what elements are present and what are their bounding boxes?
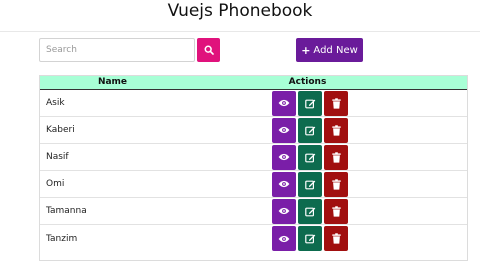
contact-name: Asik bbox=[46, 98, 65, 108]
search-button[interactable] bbox=[197, 38, 220, 62]
view-button[interactable] bbox=[272, 171, 296, 197]
delete-button[interactable] bbox=[324, 117, 348, 143]
edit-button[interactable] bbox=[298, 171, 322, 197]
delete-button[interactable] bbox=[324, 144, 348, 170]
table-row: Tamanna bbox=[40, 198, 467, 225]
title-divider bbox=[0, 31, 480, 32]
edit-icon bbox=[304, 179, 316, 190]
view-button[interactable] bbox=[272, 144, 296, 170]
trash-icon bbox=[331, 205, 341, 217]
edit-button[interactable] bbox=[298, 117, 322, 143]
edit-button[interactable] bbox=[298, 90, 322, 116]
view-button[interactable] bbox=[272, 117, 296, 143]
table-row: Asik bbox=[40, 90, 467, 117]
table-row: Omi bbox=[40, 171, 467, 198]
contact-name: Tanzim bbox=[46, 233, 78, 244]
trash-icon bbox=[331, 233, 341, 244]
edit-icon bbox=[304, 233, 316, 244]
edit-icon bbox=[304, 125, 316, 136]
header-name: Name bbox=[97, 77, 128, 87]
edit-button[interactable] bbox=[298, 144, 322, 170]
table-row: Kaberi bbox=[40, 117, 467, 144]
delete-button[interactable] bbox=[324, 198, 348, 224]
edit-button[interactable] bbox=[298, 198, 322, 224]
view-button[interactable] bbox=[272, 226, 296, 251]
delete-button[interactable] bbox=[324, 171, 348, 197]
delete-button[interactable] bbox=[324, 226, 348, 251]
search-input[interactable] bbox=[39, 38, 195, 62]
trash-icon bbox=[331, 178, 341, 190]
contact-name: Omi bbox=[46, 179, 65, 189]
row-actions bbox=[272, 117, 348, 143]
edit-button[interactable] bbox=[298, 226, 322, 251]
eye-icon bbox=[278, 126, 290, 134]
view-button[interactable] bbox=[272, 198, 296, 224]
add-new-label: Add New bbox=[313, 44, 358, 56]
table-body: Asik Kaberi Nasif Omi Tamanna Tanzim bbox=[40, 90, 467, 252]
eye-icon bbox=[278, 99, 290, 107]
table-row: Tanzim bbox=[40, 225, 467, 252]
eye-icon bbox=[278, 153, 290, 161]
trash-icon bbox=[331, 151, 341, 163]
row-actions bbox=[272, 226, 348, 251]
eye-icon bbox=[278, 180, 290, 188]
plus-icon: + bbox=[301, 43, 311, 57]
delete-button[interactable] bbox=[324, 90, 348, 116]
add-new-button[interactable]: + Add New bbox=[296, 38, 363, 62]
trash-icon bbox=[331, 97, 341, 109]
edit-icon bbox=[304, 98, 316, 109]
row-actions bbox=[272, 144, 348, 170]
edit-icon bbox=[304, 152, 316, 163]
row-actions bbox=[272, 198, 348, 224]
contact-name: Tamanna bbox=[46, 206, 87, 216]
trash-icon bbox=[331, 124, 341, 136]
eye-icon bbox=[278, 235, 290, 243]
contact-name: Nasif bbox=[46, 152, 69, 162]
page-title: Vuejs Phonebook bbox=[167, 1, 313, 21]
edit-icon bbox=[304, 206, 316, 217]
eye-icon bbox=[278, 207, 290, 215]
contacts-table: Name Actions Asik Kaberi Nasif Omi Taman… bbox=[39, 75, 468, 261]
row-actions bbox=[272, 90, 348, 116]
search-icon bbox=[204, 45, 214, 55]
table-header: Name Actions bbox=[40, 76, 467, 90]
table-row: Nasif bbox=[40, 144, 467, 171]
header-actions: Actions bbox=[288, 77, 327, 87]
view-button[interactable] bbox=[272, 90, 296, 116]
contact-name: Kaberi bbox=[46, 125, 75, 135]
row-actions bbox=[272, 171, 348, 197]
